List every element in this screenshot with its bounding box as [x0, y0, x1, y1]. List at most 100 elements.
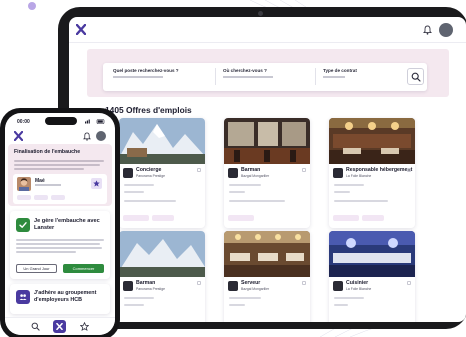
job-detail-line [124, 191, 144, 193]
job-title: Barman [241, 167, 261, 173]
tablet-screen: Quel poste recherchez-vous ? Où cherchez… [69, 17, 466, 322]
job-title: Serveur [241, 280, 261, 286]
hire-start-button[interactable]: Commencer [63, 264, 104, 273]
job-title: Responsable hébergement [346, 167, 413, 173]
search-field-where[interactable]: Où cherchez-vous ? [223, 68, 273, 78]
phone-device: 00:00 Finalisation de l'embauche Maé Je … [0, 108, 120, 337]
hire-card: Je gère l'embauche avec Lanster Un Grand… [10, 211, 110, 279]
job-photo-mountain [119, 231, 205, 277]
phone-screen: 00:00 Finalisation de l'embauche Maé Je … [5, 113, 115, 335]
search-hero: Quel poste recherchez-vous ? Où cherchez… [87, 49, 449, 97]
job-employer: Panorama Prestige [136, 287, 166, 291]
job-card[interactable]: Serveur Bazgal Mongarllier [224, 231, 310, 322]
job-detail-line [229, 200, 285, 202]
job-detail-line [124, 304, 144, 306]
job-employer: Panorama Prestige [136, 174, 166, 178]
search-divider [315, 68, 316, 85]
search-button[interactable] [407, 68, 424, 85]
finalisation-text-line [14, 164, 100, 166]
candidate-subtitle [35, 184, 61, 186]
status-icons [85, 119, 105, 124]
job-photo-dining [329, 118, 415, 164]
employer-logo [333, 281, 343, 291]
finalisation-card: Finalisation de l'embauche Maé [8, 144, 112, 206]
search-field-where-label: Où cherchez-vous ? [223, 68, 267, 73]
job-card[interactable]: Concierge Panorama Prestige [119, 118, 205, 228]
x-brand-logo-icon[interactable] [76, 24, 86, 35]
job-search-bar: Quel poste recherchez-vous ? Où cherchez… [103, 63, 427, 91]
job-employer: Bazgal Mongarllier [241, 287, 270, 291]
employer-group-card[interactable]: J'adhère au groupement d'employeurs HCB [10, 284, 110, 314]
job-tag [228, 215, 254, 221]
tablet-camera [258, 11, 263, 16]
job-detail-line [334, 297, 364, 299]
bookmark-icon[interactable] [197, 168, 201, 172]
employer-logo [123, 168, 133, 178]
finalisation-title: Finalisation de l'embauche [14, 149, 81, 155]
job-detail-line [229, 184, 261, 186]
candidate-tag [34, 195, 48, 200]
job-detail-line [334, 304, 348, 306]
decorative-dot [28, 2, 36, 10]
star-icon[interactable] [80, 322, 89, 331]
employer-logo [228, 168, 238, 178]
hire-card-text-line [16, 247, 102, 249]
bookmark-icon[interactable] [407, 168, 411, 172]
job-detail-line [229, 304, 245, 306]
star-icon [93, 180, 100, 187]
job-tag [152, 215, 174, 221]
job-card[interactable]: Barman Panorama Prestige [119, 231, 205, 322]
phone-notch [45, 117, 77, 125]
x-brand-logo-icon [56, 323, 63, 330]
search-field-what-label: Quel poste recherchez-vous ? [113, 68, 179, 73]
hire-icon-badge [16, 218, 30, 232]
people-group-icon [19, 294, 27, 300]
candidate-card[interactable]: Maé [13, 174, 107, 204]
bookmark-icon[interactable] [302, 168, 306, 172]
search-icon[interactable] [31, 322, 40, 331]
favorite-button[interactable] [91, 178, 102, 189]
bell-icon[interactable] [83, 132, 91, 141]
job-title: Barman [136, 280, 156, 286]
job-employer: La Folie Blanche [346, 174, 372, 178]
candidate-tag [17, 195, 31, 200]
hire-card-text-line [16, 251, 76, 253]
job-detail-line [229, 191, 245, 193]
candidate-tag [51, 195, 65, 200]
job-employer: La Folie Blanche [346, 287, 372, 291]
search-field-what-placeholder [113, 76, 163, 78]
job-card[interactable]: Barman Bazgal Mongarllier [224, 118, 310, 228]
user-avatar[interactable] [439, 23, 453, 37]
bottom-navigation [5, 317, 115, 335]
employer-logo [333, 168, 343, 178]
hire-secondary-button[interactable]: Un Grand Jour [16, 264, 57, 273]
job-detail-line [334, 184, 364, 186]
user-avatar[interactable] [96, 131, 106, 141]
status-time: 00:00 [17, 119, 30, 125]
employer-logo [228, 281, 238, 291]
search-field-contract-placeholder [323, 76, 345, 78]
job-card[interactable]: Cuisinier La Folie Blanche [329, 231, 415, 322]
job-photo-chandelier [329, 231, 415, 277]
job-detail-line [124, 184, 154, 186]
bookmark-icon[interactable] [302, 281, 306, 285]
bookmark-icon[interactable] [407, 281, 411, 285]
bookmark-icon[interactable] [197, 281, 201, 285]
job-detail-line [124, 200, 176, 202]
search-field-what[interactable]: Quel poste recherchez-vous ? [113, 68, 179, 78]
job-photo-restaurant [224, 231, 310, 277]
job-detail-line [334, 200, 388, 202]
search-icon [411, 72, 421, 82]
hire-card-text-line [16, 239, 104, 241]
nav-home-button[interactable] [53, 320, 66, 333]
finalisation-text-line [14, 168, 84, 170]
bell-icon[interactable] [423, 25, 432, 35]
search-field-contract-label: Type de contrat [323, 68, 357, 73]
job-card[interactable]: Responsable hébergement La Folie Blanche [329, 118, 415, 228]
search-field-where-placeholder [223, 76, 273, 78]
x-brand-logo-icon[interactable] [14, 131, 23, 141]
search-divider [215, 68, 216, 85]
job-employer: Bazgal Mongarllier [241, 174, 270, 178]
search-field-contract[interactable]: Type de contrat [323, 68, 357, 78]
checkmark-icon [19, 222, 27, 228]
